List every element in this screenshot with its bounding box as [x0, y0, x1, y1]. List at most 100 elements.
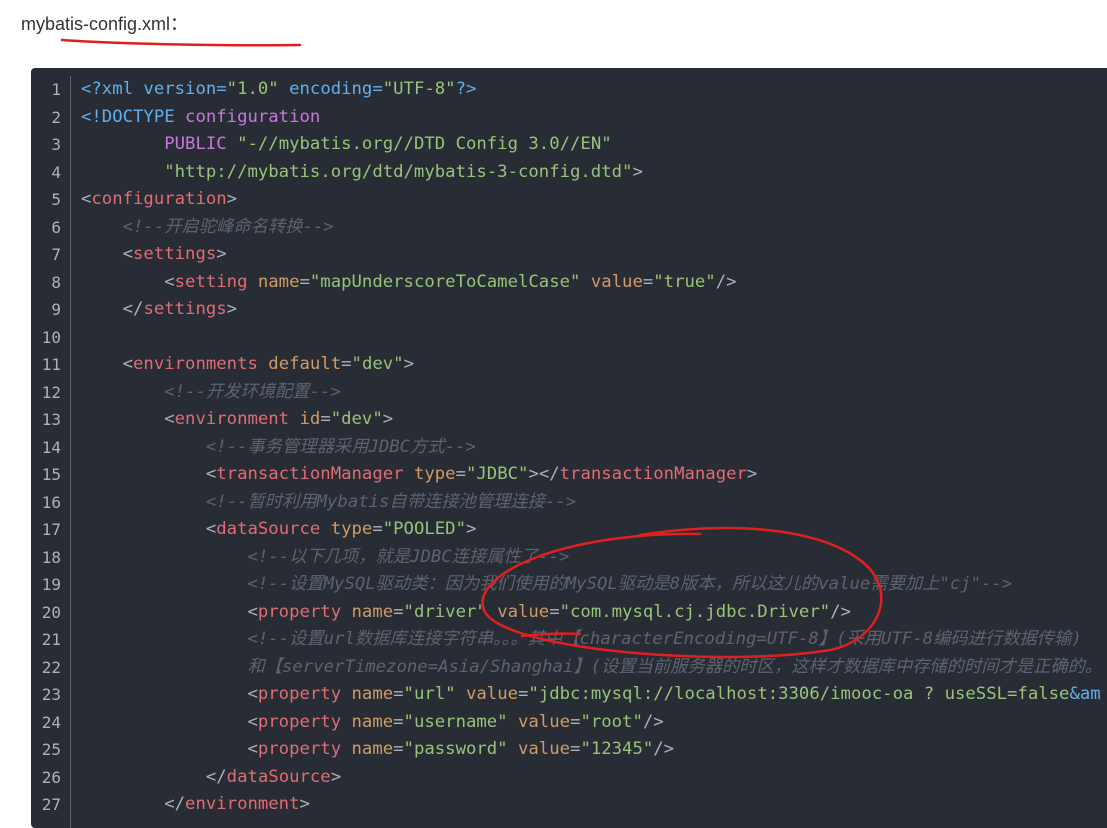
code-line: <transactionManager type="JDBC"></transa… — [81, 461, 1102, 489]
code-token: name — [351, 739, 394, 759]
line-number: 20 — [41, 602, 61, 622]
code-token: = — [393, 684, 404, 704]
code-token: settings — [133, 244, 217, 264]
code-token: /> — [653, 739, 675, 759]
line-number-gutter: 1 2 3 4 5 6 7 8 9 10 11 12 13 14 15 16 17 18 19 20 21 22 23 24 2… — [31, 76, 71, 828]
code-token: = — [570, 739, 581, 759]
code-token: "mapUnderscoreToCamelCase" — [309, 271, 581, 292]
code-token: configuration — [185, 106, 321, 127]
code-token: &am — [1069, 684, 1101, 704]
code-line: <property name="url" value="jdbc:mysql:/… — [81, 681, 1102, 709]
code-token: <?xml version= — [81, 79, 227, 99]
line-number: 14 — [41, 437, 61, 457]
code-token: < — [81, 244, 134, 264]
code-token: > — [465, 519, 477, 539]
code-token: 和【serverTimezone=Asia/Shanghai】(设置当前服务器的… — [81, 656, 1103, 677]
code-token: value — [497, 601, 550, 622]
code-token: value — [590, 271, 643, 292]
line-number: 1 — [51, 80, 61, 99]
code-token: = — [549, 601, 560, 622]
code-line: <!--开启驼峰命名转换--> — [81, 214, 1102, 242]
code-token: <!DOCTYPE — [81, 106, 186, 127]
code-token: "true" — [653, 271, 716, 292]
line-number: 3 — [51, 135, 61, 154]
code-token: <!--事务管理器采用JDBC方式--> — [81, 436, 476, 457]
code-token: "12345" — [580, 739, 654, 759]
code-token: "root" — [580, 711, 643, 732]
code-token: < — [81, 711, 258, 732]
line-number: 23 — [41, 685, 61, 704]
code-token: "JDBC" — [465, 464, 529, 484]
line-number: 15 — [41, 465, 61, 484]
code-token: > — [216, 244, 227, 264]
code-line: PUBLIC "-//mybatis.org//DTD Config 3.0//… — [81, 131, 1102, 159]
code-token: "-//mybatis.org//DTD Config 3.0//EN" — [237, 134, 612, 154]
code-token: </ — [81, 766, 227, 787]
code-token: /> — [830, 601, 851, 622]
code-token: value — [518, 739, 571, 759]
code-token: dataSource — [226, 766, 331, 787]
line-number: 12 — [41, 382, 61, 402]
code-line: <!--设置url数据库连接字符串。。。其中【characterEncoding… — [81, 626, 1102, 654]
code-line: <property name="username" value="root"/> — [81, 709, 1102, 737]
code-token: transactionManager — [559, 464, 747, 484]
code-token: "com.mysql.cj.jdbc.Driver" — [559, 601, 831, 622]
line-number: 7 — [51, 245, 61, 264]
code-token: property — [257, 601, 352, 622]
code-token: = — [518, 684, 529, 704]
line-number: 18 — [41, 547, 61, 567]
code-line: </dataSource> — [81, 764, 1102, 792]
code-line: <!--设置MySQL驱动类：因为我们使用的MySQL驱动是8版本，所以这儿的v… — [81, 571, 1102, 599]
code-token: name — [351, 684, 394, 704]
line-number: 13 — [41, 410, 61, 429]
code-token: = — [372, 519, 383, 539]
code-token: /> — [715, 271, 737, 292]
line-number: 4 — [51, 162, 61, 182]
line-number: 10 — [41, 327, 61, 347]
code-token: "UTF-8" — [382, 79, 456, 99]
code-line: <dataSource type="POOLED"> — [81, 516, 1102, 544]
line-number: 5 — [51, 190, 61, 209]
code-lines: <?xml version="1.0" encoding="UTF-8"?> <!… — [81, 76, 1102, 819]
code-line: <?xml version="1.0" encoding="UTF-8"?> — [81, 76, 1102, 104]
line-number: 24 — [41, 712, 61, 732]
code-token: < — [81, 354, 134, 374]
code-line: "http://mybatis.org/dtd/mybatis-3-config… — [81, 159, 1102, 187]
line-number: 26 — [41, 767, 61, 787]
code-token: configuration — [91, 189, 227, 209]
code-token: "POOLED" — [382, 519, 466, 539]
code-token: transactionManager — [216, 464, 414, 484]
code-token: > — [330, 766, 342, 787]
code-token: </ — [81, 794, 186, 814]
code-line: <property name="password" value="12345"/… — [81, 736, 1102, 764]
code-token: property — [257, 711, 352, 732]
code-token: = — [320, 409, 331, 429]
code-token: < — [81, 519, 217, 539]
code-token: > — [226, 299, 238, 319]
code-token: ></ — [528, 464, 560, 484]
line-number: 27 — [41, 795, 61, 814]
code-token: encoding= — [278, 79, 383, 99]
code-token: "url" — [403, 684, 456, 704]
code-token: name — [257, 271, 300, 292]
code-token: environment — [185, 794, 300, 814]
code-token: property — [257, 684, 352, 704]
line-number: 16 — [41, 492, 61, 512]
code-token: </ — [81, 299, 144, 319]
code-token: setting — [174, 271, 258, 292]
code-token: < — [81, 409, 175, 429]
code-token: dataSource — [216, 519, 331, 539]
code-line: <configuration> — [81, 186, 1102, 214]
line-number: 2 — [51, 107, 61, 127]
code-token: value — [465, 684, 519, 704]
code-token: property — [257, 739, 352, 759]
code-token: <!--设置url数据库连接字符串。。。其中【characterEncoding… — [81, 629, 1082, 649]
code-line: </settings> — [81, 296, 1102, 324]
code-token: "http://mybatis.org/dtd/mybatis-3-config… — [164, 161, 633, 182]
code-token: < — [81, 271, 175, 292]
